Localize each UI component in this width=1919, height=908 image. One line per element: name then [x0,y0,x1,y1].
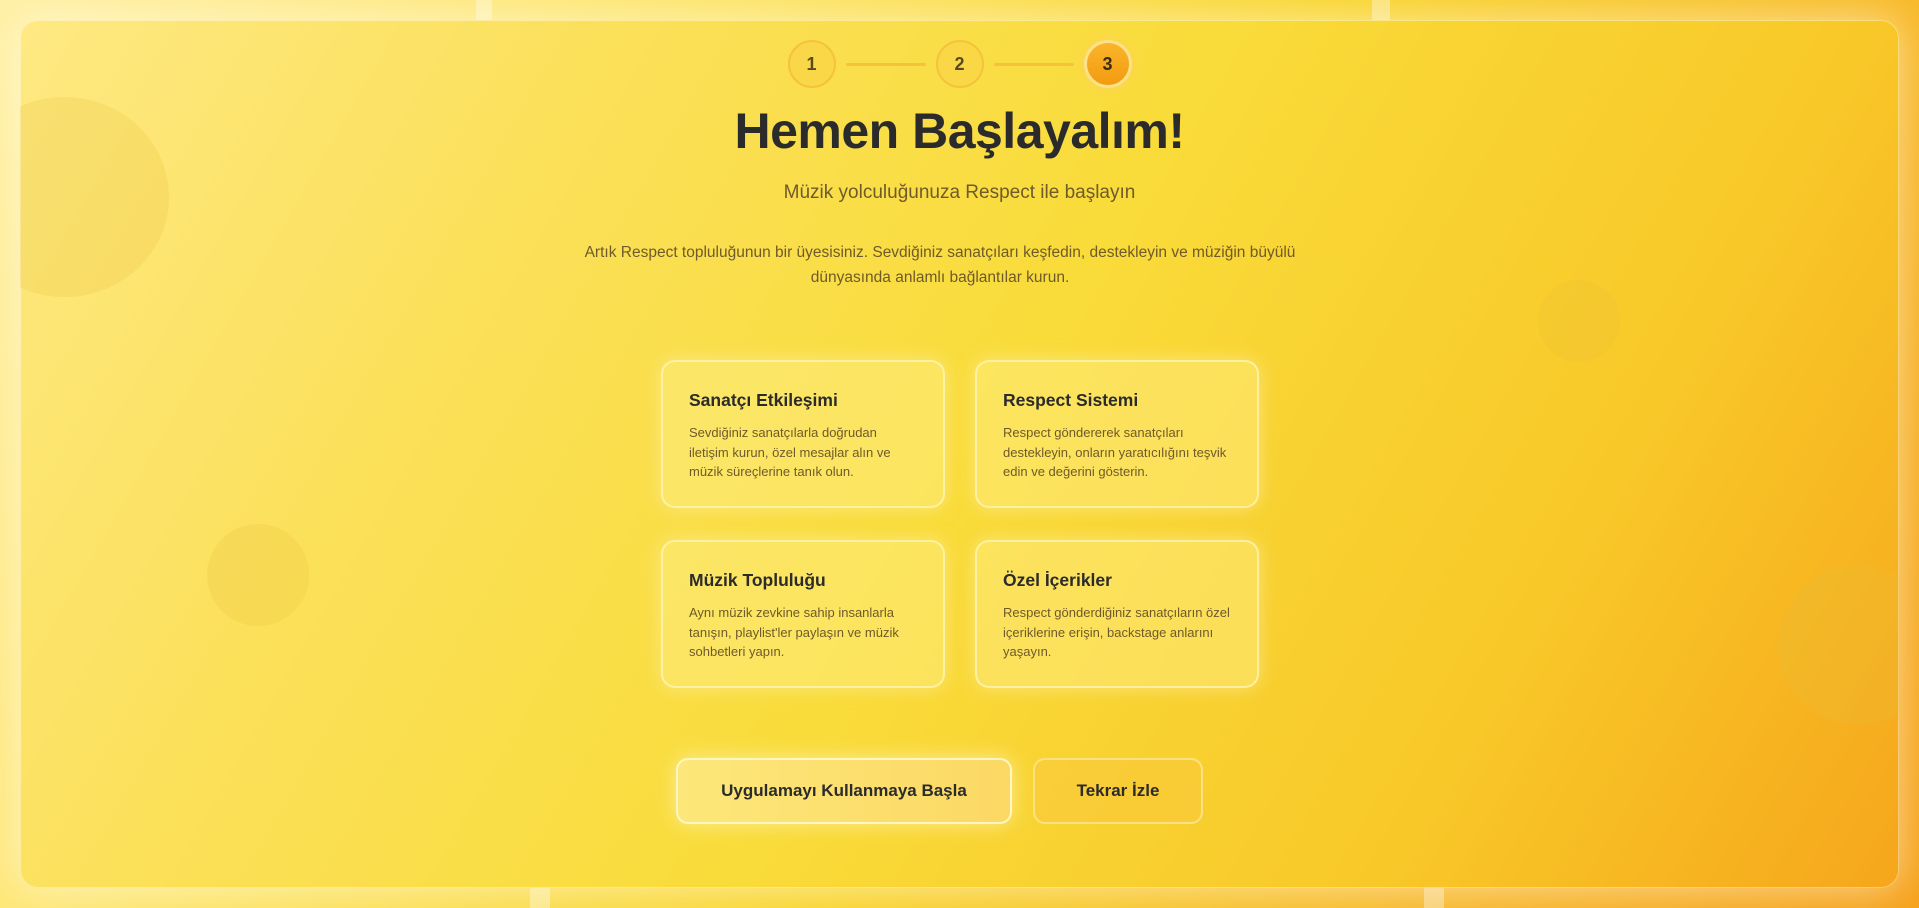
page-title: Hemen Başlayalım! [734,103,1185,159]
feature-text: Sevdiğiniz sanatçılarla doğrudan iletişi… [689,425,891,479]
replay-button[interactable]: Tekrar İzle [1033,758,1203,824]
step-1: 1 [787,40,836,88]
feature-title: Müzik Topluluğu [689,570,826,590]
feature-text: Respect gönderdiğiniz sanatçıların özel … [1003,605,1230,659]
page-subtitle: Müzik yolculuğunuza Respect ile başlayın [783,182,1136,203]
feature-card-artist-interaction: Sanatçı Etkileşimi Sevdiğiniz sanatçılar… [661,360,945,508]
decorative-circle [1778,565,1899,725]
feature-card-respect-system: Respect Sistemi Respect göndererek sanat… [975,360,1259,508]
decorative-circle [207,524,309,626]
start-using-app-button[interactable]: Uygulamayı Kullanmaya Başla [676,758,1012,824]
step-3: 3 [1083,40,1132,88]
step-connector [993,62,1074,66]
step-connector [845,62,926,66]
feature-title: Respect Sistemi [1003,390,1139,410]
step-2: 2 [935,40,984,88]
background-stripe [1372,0,1390,20]
feature-text: Aynı müzik zevkine sahip insanlarla tanı… [689,605,899,659]
progress-stepper: 1 2 3 [0,40,1919,88]
page-description: Artık Respect topluluğunun bir üyesisini… [584,244,1296,286]
background-stripe [530,888,550,908]
background-stripe [476,0,492,20]
feature-card-exclusive-content: Özel İçerikler Respect gönderdiğiniz san… [975,540,1259,688]
background-stripe [1424,888,1444,908]
feature-title: Özel İçerikler [1003,570,1112,590]
feature-title: Sanatçı Etkileşimi [689,390,838,410]
feature-text: Respect göndererek sanatçıları destekley… [1003,425,1227,479]
decorative-circle [1538,280,1620,362]
feature-card-music-community: Müzik Topluluğu Aynı müzik zevkine sahip… [661,540,945,688]
